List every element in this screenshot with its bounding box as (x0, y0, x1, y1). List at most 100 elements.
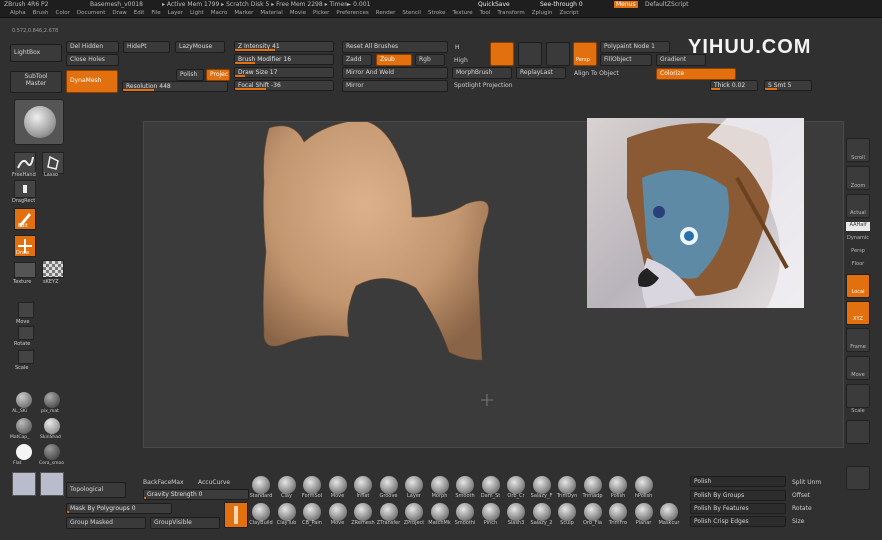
menu-item-edit[interactable]: Edit (134, 10, 145, 16)
floor-label[interactable]: Floor (843, 261, 873, 267)
menu-item-layer[interactable]: Layer (168, 10, 183, 16)
close-holes-button[interactable]: Close Holes (66, 54, 119, 66)
backface-mask-button[interactable]: BackFaceMax (143, 478, 184, 487)
material-swatch-5[interactable] (16, 444, 32, 460)
split-unmasked-button[interactable]: Split Unm (792, 478, 821, 487)
material-swatch-1[interactable] (16, 392, 32, 408)
menu-item-brush[interactable]: Brush (33, 10, 49, 16)
alpha-slot[interactable] (42, 260, 64, 278)
subtool-master-button[interactable]: SubTool Master (10, 71, 62, 93)
z-intensity-slider[interactable]: Z Intensity 41 (234, 41, 334, 52)
zsub-button[interactable]: Zsub (376, 54, 412, 66)
scale-gizmo-icon[interactable] (18, 350, 34, 364)
menu-item-picker[interactable]: Picker (313, 10, 329, 16)
brush-groove[interactable] (379, 476, 398, 494)
menus-button[interactable]: Menus (614, 1, 638, 8)
brush-zremesh[interactable] (354, 503, 372, 521)
brush-formsol[interactable] (303, 476, 321, 494)
rotate-gizmo-icon[interactable] (18, 326, 34, 340)
brush-sculp[interactable] (558, 503, 576, 521)
dynamesh-button[interactable]: DynaMesh (66, 70, 118, 93)
camera-icon[interactable] (546, 42, 570, 66)
brush-smoothi[interactable] (456, 503, 474, 521)
menu-item-render[interactable]: Render (376, 10, 396, 16)
brush-morph[interactable] (430, 476, 449, 494)
rgb-button[interactable]: Rgb (415, 54, 445, 66)
brush-move[interactable] (328, 503, 347, 521)
size-button[interactable]: Size (792, 517, 804, 526)
brush-selector-icon[interactable] (224, 502, 248, 528)
polish-crisp-edges-slider[interactable]: Polish Crisp Edges (690, 516, 786, 527)
main-color-swatch[interactable] (12, 472, 36, 496)
polish-button[interactable]: Polish (176, 69, 204, 81)
brush-salazy-2[interactable] (532, 503, 551, 521)
dynamic-label[interactable]: Dynamic (843, 235, 873, 241)
brush-polish[interactable] (609, 476, 627, 494)
menu-item-stencil[interactable]: Stencil (402, 10, 421, 16)
spotlight-projection-button[interactable]: Spotlight Projection (454, 81, 513, 90)
menu-item-alpha[interactable]: Alpha (10, 10, 26, 16)
lazymouse-button[interactable]: LazyMouse (175, 41, 225, 53)
s-smt-slider[interactable]: S Smt 5 (764, 80, 812, 91)
menu-item-macro[interactable]: Macro (211, 10, 228, 16)
menu-item-stroke[interactable]: Stroke (428, 10, 446, 16)
menu-item-material[interactable]: Material (260, 10, 282, 16)
brush-zproject[interactable] (405, 503, 423, 521)
menu-item-preferences[interactable]: Preferences (336, 10, 368, 16)
brush-trimdyn[interactable] (558, 476, 576, 494)
seethrough-slider[interactable]: See-through 0 (540, 1, 583, 8)
topological-button[interactable]: Topological (66, 482, 126, 498)
brush-pinch[interactable] (481, 503, 500, 521)
rotate-button[interactable]: Rotate (792, 504, 812, 513)
brush-salazy-f[interactable] (532, 476, 551, 494)
brush-claytub[interactable] (277, 503, 296, 521)
polish-by-features-slider[interactable]: Polish By Features (690, 503, 786, 514)
polypaint-node-button[interactable]: Polypaint Node 1 (600, 41, 670, 53)
brush-clay[interactable] (277, 476, 296, 494)
menu-item-color[interactable]: Color (56, 10, 70, 16)
secondary-color-swatch[interactable] (40, 472, 64, 496)
colorize-button[interactable]: Colorize (656, 68, 736, 80)
brush-orb-fla[interactable] (583, 503, 602, 521)
offset-button[interactable]: Offset (792, 491, 810, 500)
menu-item-light[interactable]: Light (190, 10, 204, 16)
brush-inflat[interactable] (354, 476, 372, 494)
reset-all-brushes-button[interactable]: Reset All Brushes (342, 41, 448, 53)
polish-slider[interactable]: Polish (690, 476, 786, 487)
brush-trimfro[interactable] (609, 503, 627, 521)
material-swatch-2[interactable] (44, 392, 60, 408)
brush-trimadp[interactable] (583, 476, 602, 494)
align-to-object-button[interactable]: Align To Object (574, 69, 619, 78)
brush-hpolish[interactable] (634, 476, 653, 494)
dragrect-icon[interactable] (14, 180, 36, 198)
zadd-button[interactable]: Zadd (342, 54, 372, 66)
accucurve-button[interactable]: AccuCurve (198, 478, 230, 487)
morph-brush-button[interactable]: MorphBrush (452, 67, 512, 79)
menu-item-texture[interactable]: Texture (453, 10, 473, 16)
menu-item-marker[interactable]: Marker (234, 10, 253, 16)
mask-by-polygroups-slider[interactable]: Mask By Polygroups 0 (66, 503, 172, 514)
brush-orb-cr[interactable] (507, 476, 525, 494)
menu-item-zscript[interactable]: Zscript (559, 10, 578, 16)
polish-by-groups-slider[interactable]: Polish By Groups (690, 490, 786, 501)
menu-item-document[interactable]: Document (77, 10, 106, 16)
project-button[interactable]: Projec (206, 69, 230, 81)
brush-smooth[interactable] (456, 476, 474, 494)
material-swatch-6[interactable] (44, 444, 60, 460)
brush-move[interactable] (328, 476, 347, 494)
brush-claybuild[interactable] (252, 503, 270, 521)
texture-slot[interactable] (14, 262, 36, 278)
rotate-view-button[interactable] (846, 420, 870, 444)
lightbox-button[interactable]: LightBox (10, 44, 62, 62)
replay-last-button[interactable]: ReplayLast (516, 67, 566, 79)
default-zscript[interactable]: DefaultZScript (645, 1, 688, 8)
material-swatch-4[interactable] (44, 418, 60, 434)
menu-item-transform[interactable]: Transform (497, 10, 524, 16)
brush-dam-st[interactable] (481, 476, 500, 494)
brush-ztransfer[interactable] (379, 503, 398, 521)
menu-item-zplugin[interactable]: Zplugin (532, 10, 553, 16)
fill-object-button[interactable]: FillObject (600, 54, 652, 66)
focal-shift-slider[interactable]: Focal Shift -36 (234, 80, 334, 91)
solo-button[interactable] (846, 466, 870, 490)
resolution-slider[interactable]: Resolution 448 (122, 81, 228, 92)
